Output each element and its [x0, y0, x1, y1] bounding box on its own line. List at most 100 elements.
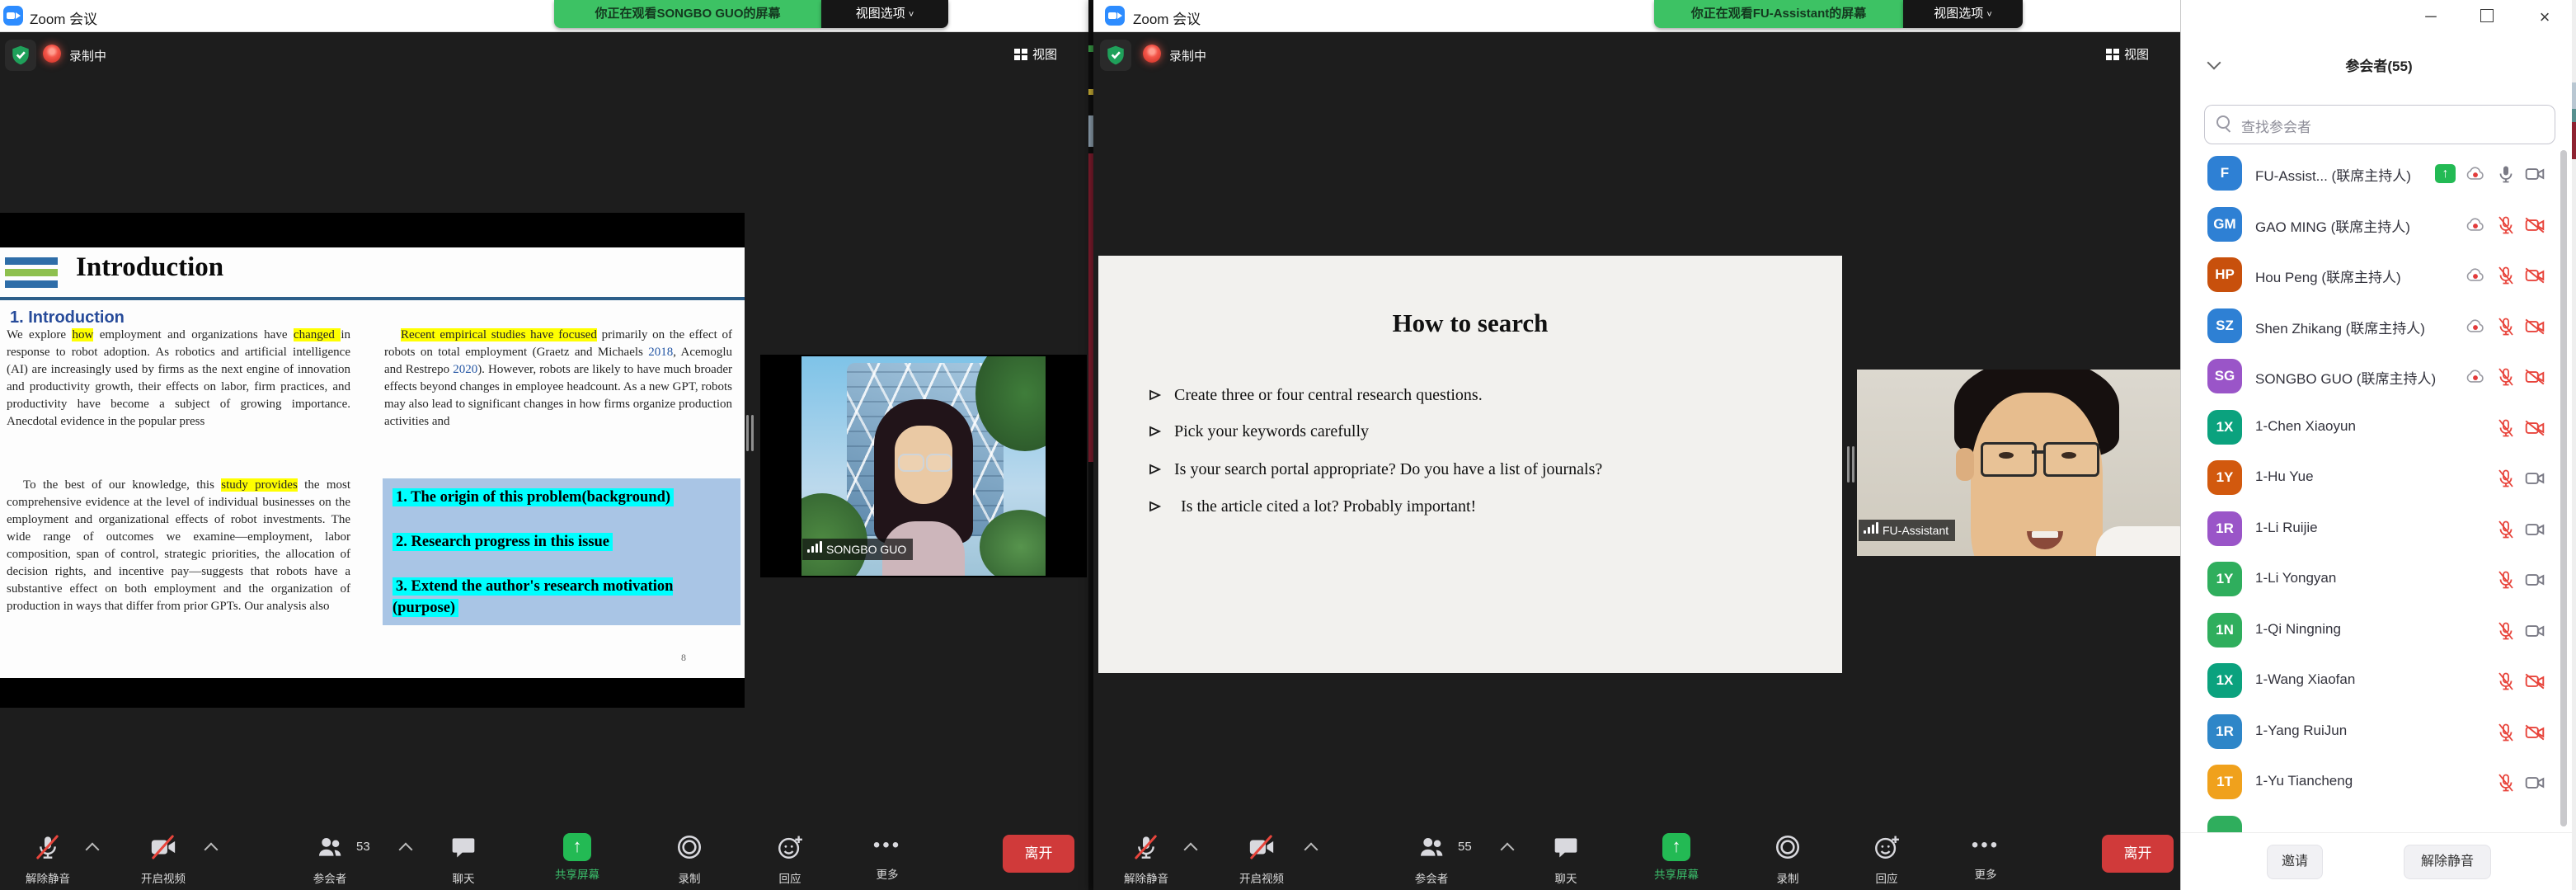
- participant-row[interactable]: SZ Shen Zhikang (联席主持人): [2181, 301, 2576, 351]
- reactions-icon: [1873, 850, 1901, 864]
- left-status-row: 录制中 视图: [0, 38, 1088, 71]
- leave-button[interactable]: 离开: [2102, 835, 2174, 873]
- participant-row[interactable]: SG SONGBO GUO (联席主持人): [2181, 351, 2576, 402]
- record-icon: [675, 850, 703, 864]
- video-thumbnail-songbo[interactable]: SONGBO GUO: [760, 355, 1087, 577]
- share-screen-button[interactable]: ↑ 共享屏幕: [528, 833, 627, 882]
- participant-row[interactable]: HP Hou Peng (联席主持人): [2181, 250, 2576, 300]
- view-layout-button[interactable]: 视图: [2106, 43, 2172, 68]
- view-options-button[interactable]: 视图选项 ˅: [821, 0, 948, 28]
- recording-label: 录制中: [1169, 47, 1206, 64]
- page-number: 8: [681, 652, 686, 664]
- security-shield-icon[interactable]: [1100, 40, 1131, 71]
- annotation-item: 1. The origin of this problem(background…: [393, 487, 734, 508]
- share-scroll-handle[interactable]: [1847, 446, 1856, 483]
- logo-stripe: [5, 280, 58, 288]
- chat-icon: [450, 850, 477, 864]
- participant-row[interactable]: 1N 1-Qi Ningning: [2181, 605, 2576, 656]
- search-participant-input[interactable]: 查找参会者: [2204, 105, 2555, 144]
- mic-muted-icon: [2496, 366, 2517, 388]
- camera-on-icon: [2524, 468, 2545, 489]
- shared-slide: How to search Create three or four centr…: [1098, 256, 1842, 673]
- unmute-button[interactable]: 解除静音: [1097, 833, 1196, 886]
- doc-column-1-para-1: We explore how employment and organizati…: [7, 327, 350, 431]
- more-button[interactable]: ••• 更多: [1936, 833, 2035, 882]
- participant-row[interactable]: 1X 1-Chen Xiaoyun: [2181, 403, 2576, 453]
- camera-off-icon: [149, 833, 177, 861]
- view-layout-button[interactable]: 视图: [1014, 43, 1080, 68]
- participants-options-chevron[interactable]: [399, 843, 413, 857]
- annotation-item: 3. Extend the author's research motivati…: [393, 576, 734, 619]
- minimize-button[interactable]: ─: [2419, 7, 2443, 28]
- logo-stripe: [5, 257, 58, 265]
- security-shield-icon[interactable]: [5, 40, 36, 71]
- right-status-row: 录制中 视图: [1093, 38, 2180, 71]
- glasses-right-lens: [2043, 442, 2099, 477]
- more-button[interactable]: ••• 更多: [838, 833, 937, 882]
- glasses-bridge: [2032, 450, 2043, 454]
- chat-button[interactable]: 聊天: [1516, 833, 1615, 886]
- video-name-label: SONGBO GUO: [802, 539, 913, 560]
- start-video-button[interactable]: 开启视频: [114, 833, 213, 886]
- right-window-title: Zoom 会议: [1133, 7, 1201, 28]
- reactions-button[interactable]: 回应: [1837, 833, 1936, 886]
- participant-row[interactable]: GM GAO MING (联席主持人): [2181, 200, 2576, 250]
- camera-on-icon: [2524, 772, 2545, 793]
- reactions-button[interactable]: 回应: [740, 833, 839, 886]
- video-thumbnail-fu-assistant[interactable]: FU-Assistant: [1857, 370, 2180, 556]
- participant-row[interactable]: 1R 1-Li Ruijie: [2181, 504, 2576, 554]
- zoom-app-icon: [1105, 6, 1125, 26]
- avatar: 1X: [2207, 410, 2242, 445]
- citation-year: 2018: [648, 346, 673, 359]
- avatar: 1T: [2207, 765, 2242, 799]
- mic-muted-icon: [2496, 316, 2517, 337]
- participant-row[interactable]: 1R 1-Yang RuiJun: [2181, 707, 2576, 757]
- camera-off-icon: [1248, 833, 1276, 861]
- slide-bullet: Create three or four central research qu…: [1174, 386, 1793, 405]
- slide-bullet: Pick your keywords carefully: [1174, 422, 1793, 441]
- participant-name: Shen Zhikang (联席主持人): [2255, 317, 2425, 337]
- start-video-button[interactable]: 开启视频: [1212, 833, 1311, 886]
- participant-name: 1-Chen Xiaoyun: [2255, 418, 2356, 435]
- record-button[interactable]: 录制: [1738, 833, 1837, 886]
- panel-footer: 邀请 解除静音: [2181, 832, 2576, 890]
- participants-icon: [1417, 850, 1445, 864]
- participant-name: GAO MING (联席主持人): [2255, 215, 2410, 236]
- doc-column-1-para-2: To the best of our knowledge, this study…: [7, 477, 350, 615]
- maximize-button[interactable]: [2475, 7, 2499, 28]
- screen-share-badge-icon: ↑: [2435, 164, 2456, 183]
- participant-name: 1-Hu Yue: [2255, 469, 2314, 485]
- leave-button[interactable]: 离开: [1003, 835, 1074, 873]
- panel-scrollbar[interactable]: [2560, 150, 2567, 826]
- participant-name: 1-Wang Xiaofan: [2255, 671, 2355, 688]
- participant-name: Hou Peng (联席主持人): [2255, 266, 2401, 286]
- participants-panel: ─ × 参会者(55) 查找参会者 F FU-Assist... (联席主持人)…: [2180, 0, 2576, 890]
- unmute-button[interactable]: 解除静音: [0, 833, 97, 886]
- participant-row[interactable]: 1Y 1-Hu Yue: [2181, 453, 2576, 503]
- unmute-all-button[interactable]: 解除静音: [2404, 845, 2491, 879]
- avatar: 1R: [2207, 714, 2242, 749]
- participant-row[interactable]: F FU-Assist... (联席主持人) ↑: [2181, 148, 2576, 199]
- share-screen-icon: ↑: [1662, 833, 1690, 861]
- slide-bullet: Is your search portal appropriate? Do yo…: [1174, 460, 1793, 479]
- record-button[interactable]: 录制: [640, 833, 739, 886]
- camera-off-icon: [2524, 316, 2545, 337]
- participant-row[interactable]: 1Y 1-Li Yongyan: [2181, 554, 2576, 605]
- share-screen-button[interactable]: ↑ 共享屏幕: [1627, 833, 1726, 882]
- left-titlebar: Zoom 会议 你正在观看SONGBO GUO的屏幕 视图选项 ˅: [0, 0, 1088, 32]
- mic-muted-icon: [2496, 519, 2517, 540]
- chat-button[interactable]: 聊天: [414, 833, 513, 886]
- invite-button[interactable]: 邀请: [2267, 845, 2323, 879]
- view-options-button[interactable]: 视图选项 ˅: [1903, 0, 2023, 28]
- camera-off-icon: [2524, 417, 2545, 439]
- participant-row[interactable]: 1X 1-Wang Xiaofan: [2181, 656, 2576, 706]
- close-button[interactable]: ×: [2532, 7, 2557, 28]
- grid-view-icon: [1014, 49, 1027, 60]
- person-ear: [1956, 448, 1974, 481]
- participant-row-partial[interactable]: [2181, 808, 2576, 834]
- participants-options-chevron[interactable]: [1501, 843, 1515, 857]
- participant-row[interactable]: 1T 1-Yu Tiancheng: [2181, 757, 2576, 808]
- share-scroll-handle[interactable]: [746, 415, 755, 451]
- reactions-icon: [776, 850, 804, 864]
- mic-muted-icon: [2496, 417, 2517, 439]
